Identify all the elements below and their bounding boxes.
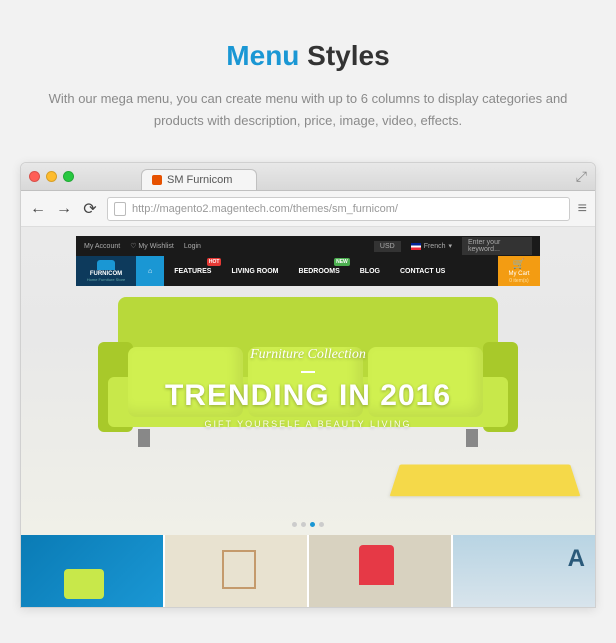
menu-badge: HOT bbox=[207, 258, 222, 266]
pager-dot[interactable] bbox=[310, 522, 315, 527]
heading-rest: Styles bbox=[299, 40, 389, 71]
menu-item-contact[interactable]: CONTACT US bbox=[390, 256, 455, 286]
pager-dot[interactable] bbox=[292, 522, 297, 527]
search-input[interactable]: Enter your keyword... bbox=[462, 237, 532, 255]
url-input[interactable] bbox=[132, 203, 563, 215]
thumb-3[interactable] bbox=[309, 535, 453, 607]
cart-label: My Cart bbox=[509, 271, 530, 277]
hero-text: Furniture Collection TRENDING IN 2016 GI… bbox=[21, 347, 595, 429]
cart-count: 0 item(s) bbox=[509, 278, 528, 284]
cart-button[interactable]: 🛒 My Cart 0 item(s) bbox=[498, 256, 540, 286]
topbar-wishlist[interactable]: My Wishlist bbox=[138, 243, 173, 250]
hero-subtitle: GIFT YOURSELF A BEAUTY LIVING bbox=[21, 419, 595, 429]
topbar-login[interactable]: Login bbox=[184, 243, 201, 250]
maximize-window-button[interactable] bbox=[63, 171, 74, 182]
section-heading: Menu Styles bbox=[20, 40, 596, 72]
browser-titlebar: SM Furnicom ⤢ bbox=[21, 163, 595, 191]
site-viewport: My Account ♡ My Wishlist Login USD Frenc… bbox=[21, 227, 595, 607]
hero-rug-image bbox=[390, 465, 581, 497]
logo-tagline: Home Furniture Store bbox=[87, 277, 125, 282]
thumb-2[interactable] bbox=[165, 535, 309, 607]
browser-window: SM Furnicom ⤢ ← → ⟳ ≡ My Account ♡ My Wi… bbox=[20, 162, 596, 608]
thumb-4[interactable] bbox=[453, 535, 595, 607]
menu-item-living-room[interactable]: LIVING ROOM bbox=[221, 256, 288, 286]
browser-tab[interactable]: SM Furnicom bbox=[141, 169, 257, 190]
forward-button[interactable]: → bbox=[55, 200, 73, 218]
back-button[interactable]: ← bbox=[29, 200, 47, 218]
favicon-icon bbox=[152, 175, 162, 185]
section-subtitle: With our mega menu, you can create menu … bbox=[28, 88, 588, 132]
topbar-account[interactable]: My Account bbox=[84, 243, 120, 250]
main-menu: FURNICOM Home Furniture Store ⌂FEATURESH… bbox=[76, 256, 540, 286]
browser-toolbar: ← → ⟳ ≡ bbox=[21, 191, 595, 227]
cart-icon: 🛒 bbox=[513, 259, 525, 270]
tab-title: SM Furnicom bbox=[167, 174, 232, 186]
close-window-button[interactable] bbox=[29, 171, 40, 182]
currency-selector[interactable]: USD bbox=[374, 241, 401, 252]
hero-divider bbox=[301, 371, 315, 373]
slider-pager bbox=[292, 522, 324, 527]
site-topbar: My Account ♡ My Wishlist Login USD Frenc… bbox=[76, 236, 540, 256]
hero-slider: My Account ♡ My Wishlist Login USD Frenc… bbox=[21, 227, 595, 535]
menu-item-home[interactable]: ⌂ bbox=[136, 256, 164, 286]
pager-dot[interactable] bbox=[319, 522, 324, 527]
resize-icon[interactable]: ⤢ bbox=[576, 168, 587, 185]
minimize-window-button[interactable] bbox=[46, 171, 57, 182]
page-icon bbox=[114, 202, 126, 216]
site-logo[interactable]: FURNICOM Home Furniture Store bbox=[76, 256, 136, 286]
url-bar[interactable] bbox=[107, 197, 570, 221]
reload-button[interactable]: ⟳ bbox=[81, 199, 99, 219]
thumb-1[interactable] bbox=[21, 535, 165, 607]
logo-icon bbox=[97, 260, 115, 270]
thumbnail-row bbox=[21, 535, 595, 607]
hamburger-menu-icon[interactable]: ≡ bbox=[578, 200, 587, 218]
menu-badge: NEW bbox=[334, 258, 350, 266]
hero-title: TRENDING IN 2016 bbox=[21, 379, 595, 413]
hero-supertitle: Furniture Collection bbox=[21, 347, 595, 363]
menu-item-blog[interactable]: BLOG bbox=[350, 256, 390, 286]
menu-item-features[interactable]: FEATURESHOT bbox=[164, 256, 221, 286]
flag-icon bbox=[411, 243, 421, 250]
menu-items: ⌂FEATURESHOTLIVING ROOMBEDROOMSNEWBLOGCO… bbox=[136, 256, 498, 286]
heading-accent: Menu bbox=[226, 40, 299, 71]
language-selector[interactable]: French ▾ bbox=[411, 242, 452, 250]
menu-item-bedrooms[interactable]: BEDROOMSNEW bbox=[289, 256, 350, 286]
pager-dot[interactable] bbox=[301, 522, 306, 527]
